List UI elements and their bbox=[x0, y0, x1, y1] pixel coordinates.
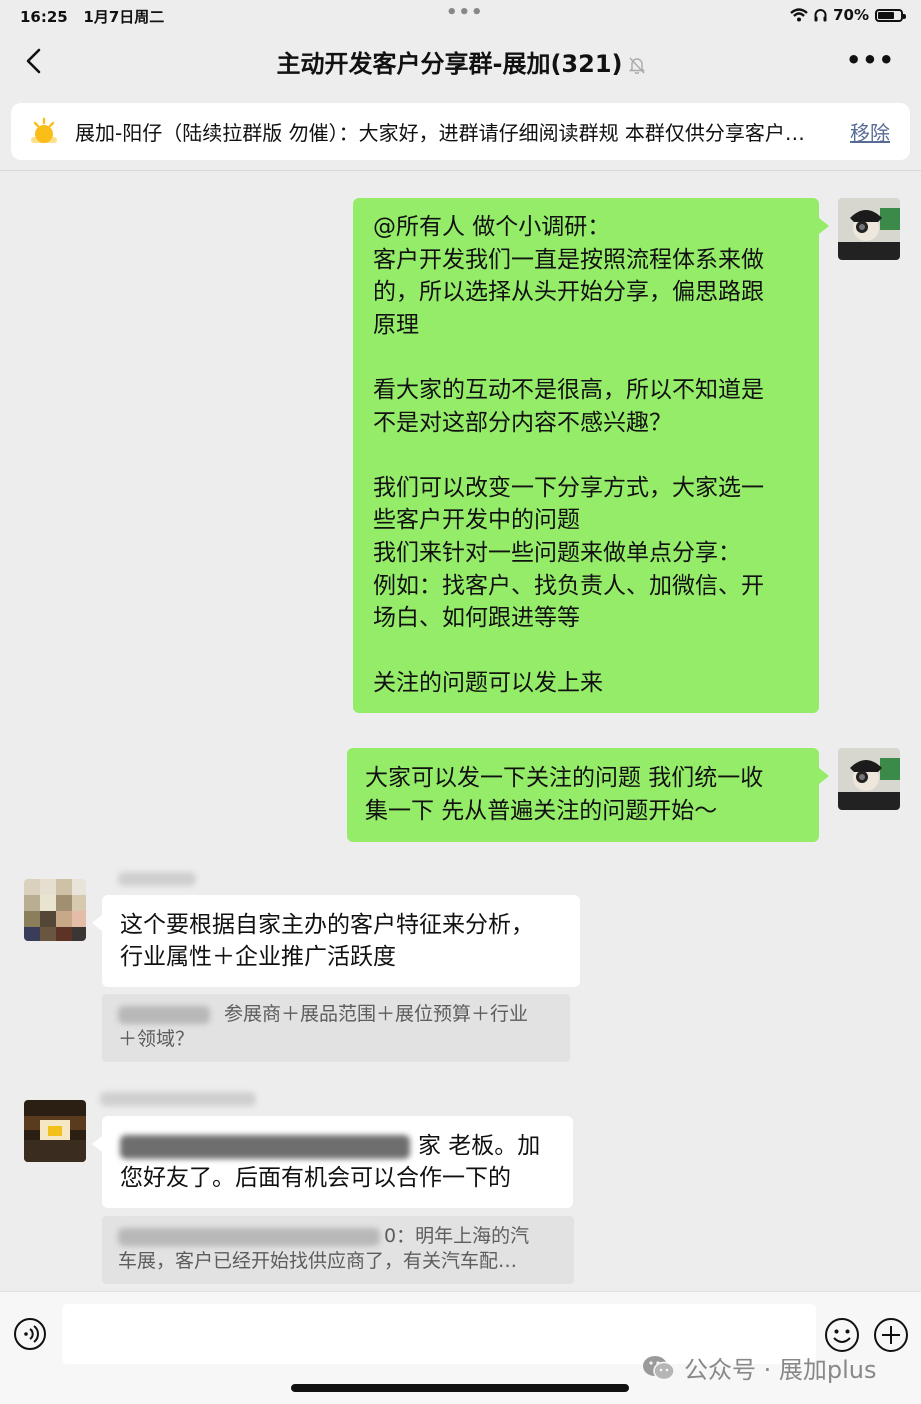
message-line: @所有人 做个小调研： bbox=[373, 214, 611, 240]
message-line: 这个要根据自家主办的客户特征来分析， bbox=[120, 912, 534, 938]
battery-icon bbox=[875, 8, 906, 22]
message-line: 我们可以改变一下分享方式，大家选一 bbox=[373, 474, 764, 501]
quote-line: 参展商＋展品范围＋展位预算＋行业 bbox=[224, 1003, 529, 1025]
message-line: 场白、如何跟进等等 bbox=[373, 605, 580, 632]
quote-line: 0：明年上海的汽 bbox=[384, 1225, 530, 1247]
voice-icon[interactable] bbox=[13, 1317, 47, 1351]
remove-notice-button[interactable]: 移除 bbox=[850, 117, 890, 146]
more-icon[interactable]: ••• bbox=[846, 46, 895, 74]
quoted-reply[interactable]: 0：明年上海的汽 车展，客户已经开始找供应商了，有关汽车配… bbox=[102, 1216, 574, 1284]
message-line: 行业属性＋企业推广活跃度 bbox=[120, 944, 396, 970]
group-notice-banner[interactable]: 展加-阳仔（陆续拉群版 勿催）：大家好，进群请仔细阅读群规 本群仅供分享客户… … bbox=[11, 103, 910, 160]
notice-text: 展加-阳仔（陆续拉群版 勿催）：大家好，进群请仔细阅读群规 本群仅供分享客户… bbox=[75, 121, 805, 145]
message-line: 集一下 先从普遍关注的问题开始～ bbox=[365, 798, 718, 824]
emoji-icon[interactable] bbox=[824, 1317, 860, 1353]
sender-name-redacted bbox=[118, 872, 196, 886]
redacted-text bbox=[120, 1134, 410, 1159]
mute-bell-icon bbox=[628, 57, 645, 74]
avatar-image bbox=[838, 748, 900, 810]
message-line: 不是对这部分内容不感兴趣？ bbox=[373, 409, 672, 436]
quoted-reply[interactable]: 参展商＋展品范围＋展位预算＋行业 ＋领域？ bbox=[102, 994, 570, 1062]
wifi-icon bbox=[790, 8, 808, 22]
message-line: 大家可以发一下关注的问题 我们统一收 bbox=[365, 765, 764, 791]
status-time: 16:25 1月7日周二 bbox=[20, 8, 165, 26]
battery-percent: 70% bbox=[833, 6, 869, 24]
notice-bulb-icon bbox=[31, 117, 57, 143]
message-line: 家 老板。加 bbox=[418, 1133, 541, 1159]
message-line: 例如：找客户、找负责人、加微信、开 bbox=[373, 572, 764, 599]
sender-name-redacted bbox=[100, 1092, 256, 1106]
quoted-sender-redacted bbox=[118, 1005, 210, 1024]
status-indicators: 70% bbox=[790, 6, 906, 24]
chat-header: 主动开发客户分享群-展加(321) ••• bbox=[0, 30, 921, 94]
status-bar: 16:25 1月7日周二 ••• 70% bbox=[0, 0, 921, 30]
self-avatar[interactable] bbox=[838, 198, 900, 260]
headphones-icon bbox=[814, 9, 827, 22]
message-line: 关注的问题可以发上来 bbox=[373, 670, 603, 697]
multitask-dots[interactable]: ••• bbox=[446, 2, 484, 23]
message-line: 看大家的互动不是很高，所以不知道是 bbox=[373, 376, 764, 403]
quote-line: ＋领域？ bbox=[118, 1028, 195, 1050]
other-avatar[interactable] bbox=[24, 879, 86, 941]
home-indicator[interactable] bbox=[291, 1384, 629, 1392]
divider bbox=[0, 170, 921, 171]
chat-title: 主动开发客户分享群-展加(321) bbox=[0, 44, 921, 79]
quote-line: 车展，客户已经开始找供应商了，有关汽车配… bbox=[118, 1250, 518, 1272]
message-line: 原理 bbox=[373, 311, 419, 338]
self-avatar[interactable] bbox=[838, 748, 900, 810]
other-message-bubble[interactable]: 这个要根据自家主办的客户特征来分析， 行业属性＋企业推广活跃度 bbox=[92, 895, 580, 987]
watermark-text: 公众号 · 展加plus bbox=[684, 1356, 877, 1384]
other-avatar[interactable] bbox=[24, 1100, 86, 1162]
wechat-icon bbox=[643, 1355, 675, 1380]
other-message-bubble[interactable]: 家 老板。加 您好友了。后面有机会可以合作一下的 bbox=[92, 1116, 573, 1208]
message-line: 的，所以选择从头开始分享，偏思路跟 bbox=[373, 279, 764, 306]
self-message-bubble[interactable]: @所有人 做个小调研： 客户开发我们一直是按照流程体系来做 的，所以选择从头开始… bbox=[353, 198, 829, 713]
self-message-bubble[interactable]: 大家可以发一下关注的问题 我们统一收 集一下 先从普遍关注的问题开始～ bbox=[347, 748, 829, 842]
message-line: 客户开发我们一直是按照流程体系来做 bbox=[373, 246, 764, 273]
avatar-image bbox=[24, 879, 86, 941]
message-line: 些客户开发中的问题 bbox=[373, 507, 580, 534]
watermark: 公众号 · 展加plus bbox=[642, 1350, 877, 1385]
quoted-sender-redacted bbox=[118, 1227, 380, 1246]
message-line: 您好友了。后面有机会可以合作一下的 bbox=[120, 1165, 511, 1191]
avatar-image bbox=[24, 1100, 86, 1162]
avatar-image bbox=[838, 198, 900, 260]
plus-icon[interactable] bbox=[873, 1317, 909, 1353]
message-line: 我们来针对一些问题来做单点分享： bbox=[373, 539, 741, 566]
